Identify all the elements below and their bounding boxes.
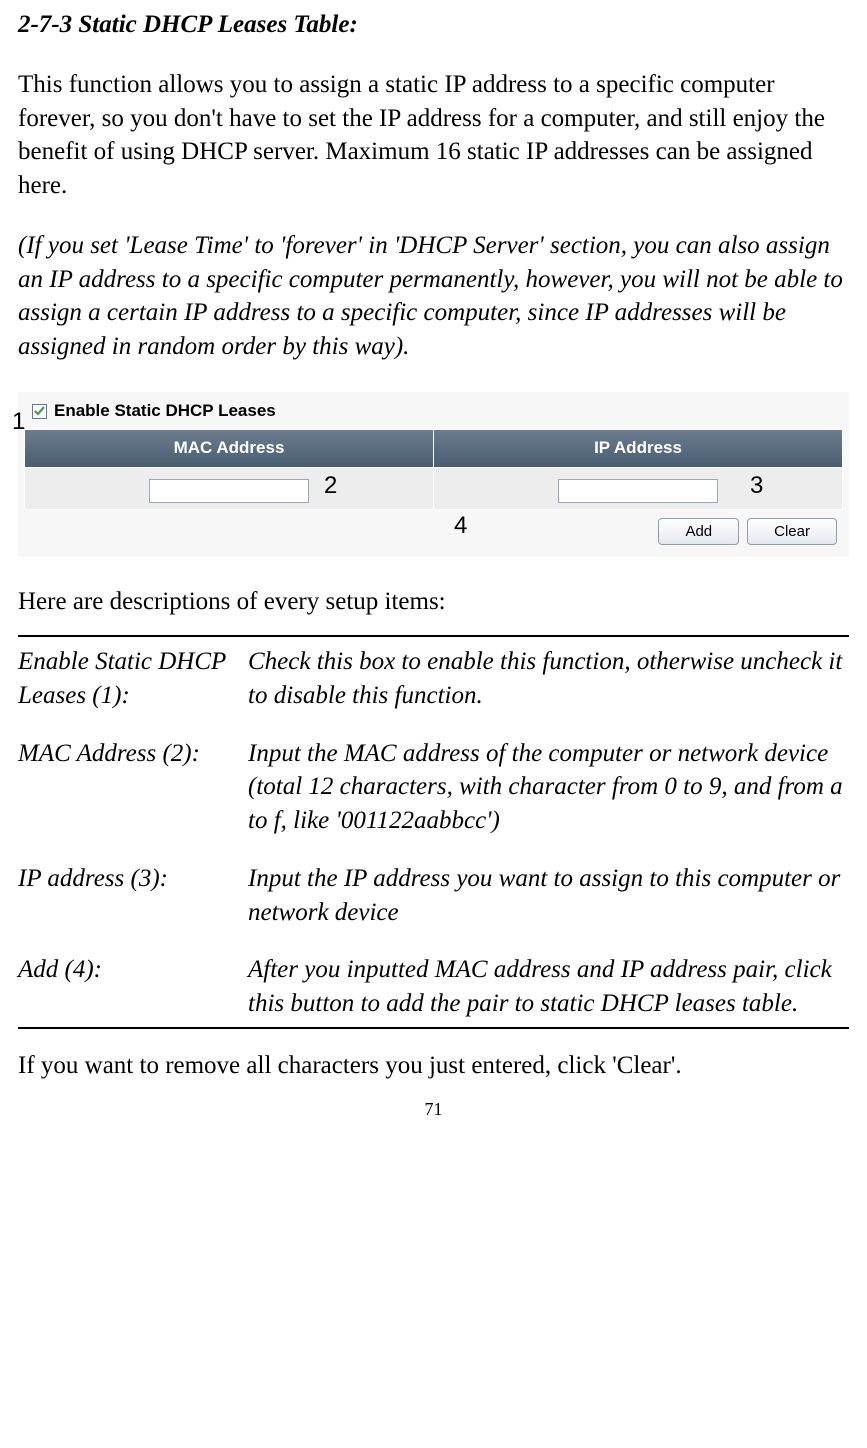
intro-paragraph: This function allows you to assign a sta… <box>18 68 849 203</box>
desc-row-enable: Enable Static DHCP Leases (1): Check thi… <box>18 645 849 713</box>
desc-row-ip: IP address (3): Input the IP address you… <box>18 862 849 930</box>
column-header-ip: IP Address <box>434 430 842 467</box>
desc-term: MAC Address (2): <box>18 737 248 771</box>
column-header-mac: MAC Address <box>25 430 433 467</box>
section-heading: 2-7-3 Static DHCP Leases Table: <box>18 8 849 42</box>
annotation-4: 4 <box>454 510 467 542</box>
add-button[interactable]: Add <box>658 518 739 545</box>
checkmark-icon <box>33 405 46 418</box>
desc-row-mac: MAC Address (2): Input the MAC address o… <box>18 737 849 838</box>
desc-term: Add (4): <box>18 953 248 987</box>
enable-checkbox[interactable] <box>32 404 47 419</box>
enable-checkbox-row: Enable Static DHCP Leases <box>24 398 843 429</box>
clear-button[interactable]: Clear <box>747 518 837 545</box>
desc-definition: After you inputted MAC address and IP ad… <box>248 953 849 1021</box>
annotation-2: 2 <box>324 470 337 502</box>
enable-checkbox-label: Enable Static DHCP Leases <box>54 400 276 423</box>
descriptions-table: Enable Static DHCP Leases (1): Check thi… <box>18 635 849 1029</box>
page-number: 71 <box>18 1097 849 1121</box>
annotation-1: 1 <box>12 406 25 438</box>
footer-text: If you want to remove all characters you… <box>18 1049 849 1083</box>
desc-definition: Input the IP address you want to assign … <box>248 862 849 930</box>
desc-term: IP address (3): <box>18 862 248 896</box>
table-row <box>25 468 842 510</box>
descriptions-intro: Here are descriptions of every setup ite… <box>18 585 849 619</box>
desc-definition: Check this box to enable this function, … <box>248 645 849 713</box>
ip-address-input[interactable] <box>558 479 718 503</box>
desc-row-add: Add (4): After you inputted MAC address … <box>18 953 849 1021</box>
ui-screenshot-area: 1 2 3 4 Enable Static DHCP Leases MAC Ad… <box>18 392 849 558</box>
desc-term: Enable Static DHCP Leases (1): <box>18 645 248 713</box>
annotation-3: 3 <box>750 470 763 502</box>
desc-definition: Input the MAC address of the computer or… <box>248 737 849 838</box>
button-row: Add Clear <box>24 510 843 547</box>
dhcp-lease-panel: Enable Static DHCP Leases MAC Address IP… <box>18 392 849 558</box>
note-paragraph: (If you set 'Lease Time' to 'forever' in… <box>18 229 849 364</box>
lease-table: MAC Address IP Address <box>24 429 843 511</box>
mac-address-input[interactable] <box>149 479 309 503</box>
